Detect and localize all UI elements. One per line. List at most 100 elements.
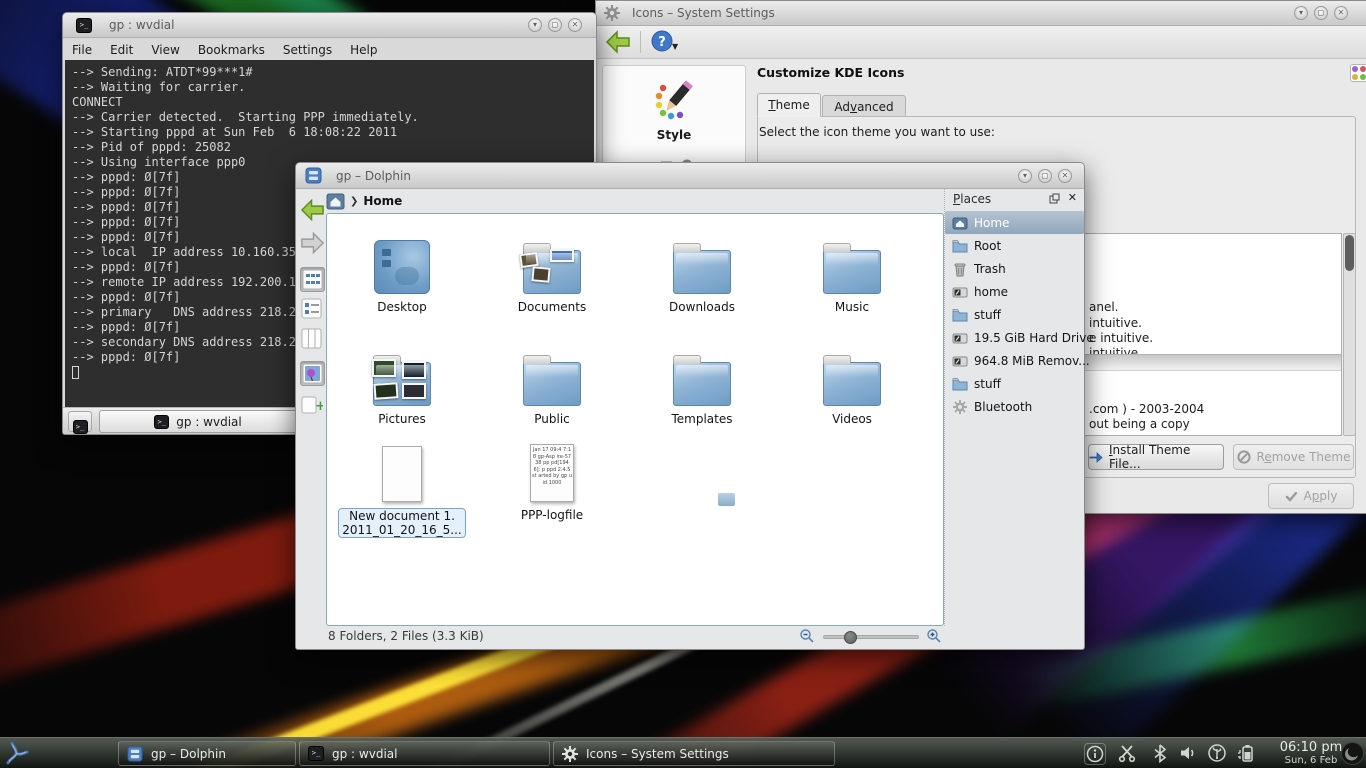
zoom-slider[interactable] [823,635,919,639]
chevron-down-icon[interactable]: ▼ [672,42,678,51]
detach-panel-icon[interactable] [1049,193,1060,204]
dolphin-icon [127,746,143,762]
places-item-home-drive[interactable]: home [945,280,1084,303]
file-item-documents[interactable]: Documents [477,228,627,314]
taskbar-panel: gp – Dolphin >_ gp : wvdial Icons – Syst… [0,737,1366,768]
places-item-bluetooth[interactable]: Bluetooth [945,395,1084,418]
file-item-desktop[interactable]: Desktop [327,228,477,314]
dolphin-titlebar[interactable]: gp – Dolphin ▾ ◻ ✕ [296,163,1084,189]
icon-theme-label: Select the icon theme you want to use: [759,125,995,139]
terminal-line: --> Pid of pppd: 25082 [72,140,594,155]
file-item-videos[interactable]: Videos [777,340,927,426]
terminal-line: CONNECT [72,95,594,110]
places-item-stuff-2[interactable]: stuff [945,372,1084,395]
back-button[interactable] [605,30,631,54]
maximize-button[interactable]: ◻ [1314,6,1328,20]
minimize-button[interactable]: ▾ [1018,169,1032,183]
system-settings-titlebar[interactable]: Icons – System Settings ▾ ◻ ✕ [596,1,1366,26]
home-icon[interactable] [326,193,345,210]
tab-wvdial[interactable]: >_ gp : wvdial [99,410,297,433]
close-button[interactable]: ✕ [568,18,582,32]
columns-view-button[interactable] [300,327,325,352]
klipper-scissors-icon[interactable] [1117,743,1139,765]
help-button[interactable]: ? [651,30,673,52]
icons-view-button[interactable] [300,267,325,292]
menu-item[interactable]: Help [341,40,386,57]
install-theme-file-button[interactable]: Install Theme File... [1088,444,1224,470]
close-button[interactable]: ✕ [1334,6,1348,20]
terminal-line: --> Sending: ATDT*99***1# [72,65,594,80]
theme-list-row[interactable]: e intuitive. [1089,331,1153,345]
toolbar-separator [640,31,641,53]
close-panel-icon[interactable]: ✕ [1068,191,1077,204]
folder-icon [952,307,968,323]
theme-list-row[interactable]: intuitive. [1089,316,1142,330]
volume-icon[interactable] [1178,743,1200,765]
list-scrollbar[interactable] [1343,233,1356,436]
task-dolphin[interactable]: gp – Dolphin [118,741,296,766]
scrollbar-thumb[interactable] [1345,235,1354,271]
checkmark-icon [1285,490,1298,503]
task-system-settings[interactable]: Icons – System Settings [553,741,835,766]
menu-item[interactable]: View [142,40,188,57]
sidebar-item-style[interactable]: Style [603,66,745,142]
details-view-button[interactable] [300,297,325,322]
places-item-trash[interactable]: Trash [945,257,1084,280]
app-launcher-button[interactable] [3,740,30,767]
places-item-stuff[interactable]: stuff [945,303,1084,326]
window-title: Icons – System Settings [632,6,775,20]
places-item-home[interactable]: Home [945,211,1084,234]
places-item-removable[interactable]: 964.8 MiB Remov... [945,349,1084,372]
theme-list-row[interactable]: anel. [1089,300,1119,314]
file-item-pictures[interactable]: Pictures [327,340,477,426]
places-item-hard-drive[interactable]: 19.5 GiB Hard Drive [945,326,1084,349]
menu-item[interactable]: Bookmarks [189,40,274,57]
desktop-folder-icon [374,240,430,294]
terminal-menubar: FileEditViewBookmarksSettingsHelp [63,39,596,60]
split-view-button[interactable]: + [300,393,325,418]
file-item-downloads[interactable]: Downloads [627,228,777,314]
dolphin-window: gp – Dolphin ▾ ◻ ✕ ❯ Home [295,162,1085,650]
dolphin-side-toolbar: + [298,191,327,623]
back-button[interactable] [300,197,325,227]
minimize-button[interactable]: ▾ [528,18,542,32]
file-item-templates[interactable]: Templates [627,340,777,426]
apply-button[interactable]: Apply [1268,483,1354,509]
pictures-folder-icon [373,362,431,406]
file-item-public[interactable]: Public [477,340,627,426]
file-item-new-document[interactable]: New document 1.2011_01_20_16_5... [327,436,477,538]
zoom-in-icon[interactable] [926,628,942,644]
places-panel-title: Places [953,192,991,206]
file-item-ppp-logfile[interactable]: Jan 17 09:4 7:18 gp-Asp ire-5738 pp pd[1… [477,436,627,522]
menu-item[interactable]: Edit [101,40,142,57]
dolphin-icon [305,167,322,184]
terminal-line: --> Waiting for carrier. [72,80,594,95]
info-tray-icon[interactable] [1084,743,1106,765]
menu-item[interactable]: Settings [274,40,341,57]
forward-button[interactable] [300,231,325,259]
remove-theme-button[interactable]: Remove Theme [1233,444,1354,470]
file-item-music[interactable]: Music [777,228,927,314]
minimize-button[interactable]: ▾ [1294,6,1308,20]
preview-toggle-button[interactable] [300,361,325,386]
tab-theme[interactable]: Theme [757,93,821,117]
terminal-titlebar[interactable]: >_ gp : wvdial ▾ ◻ ✕ [63,13,596,38]
terminal-icon: >_ [154,415,169,429]
places-item-root[interactable]: Root [945,234,1084,257]
zoom-out-icon[interactable] [799,628,815,644]
clock[interactable]: 06:10 pm Sun, 6 Feb [1272,740,1350,766]
device-notifier-icon[interactable] [1207,743,1229,765]
close-button[interactable]: ✕ [1058,169,1072,183]
new-tab-button[interactable]: >_ [68,411,92,432]
task-wvdial[interactable]: >_ gp : wvdial [299,741,550,766]
breadcrumb-current[interactable]: Home [363,194,402,208]
maximize-button[interactable]: ◻ [1038,169,1052,183]
battery-icon[interactable] [1236,743,1258,765]
tab-advanced[interactable]: Advanced [822,95,906,117]
menu-item[interactable]: File [63,40,101,57]
zoom-slider-knob[interactable] [844,631,857,644]
panel-toolbox-cashew-icon[interactable] [1340,741,1365,766]
folder-view[interactable]: Desktop Documents Downloads Music [326,213,944,626]
maximize-button[interactable]: ◻ [548,18,562,32]
bluetooth-icon[interactable] [1150,743,1172,765]
